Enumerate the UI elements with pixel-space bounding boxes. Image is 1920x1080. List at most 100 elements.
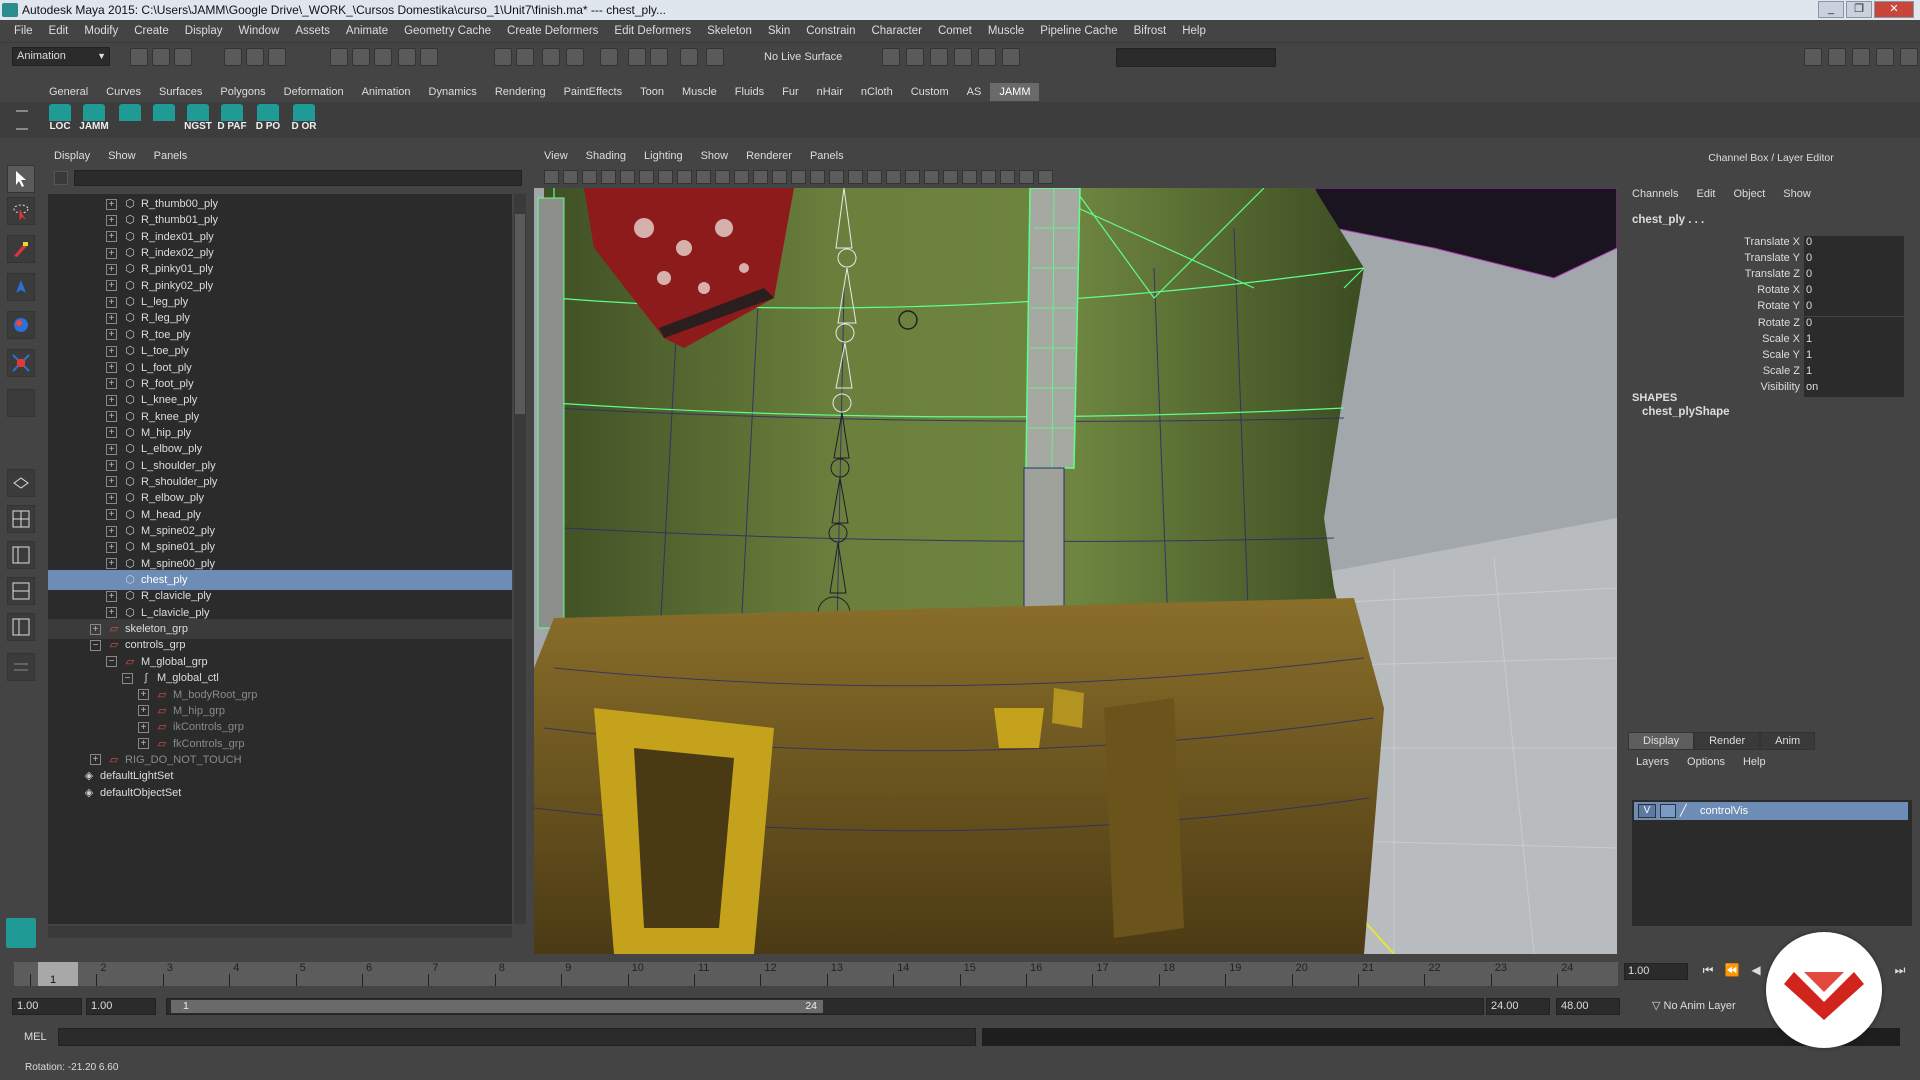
expand-toggle-icon[interactable]: − [90,639,101,651]
expand-toggle-icon[interactable]: + [90,754,101,766]
channel-attribute-row[interactable]: Scale Z1 [1632,364,1907,381]
expand-toggle-icon[interactable]: + [106,541,117,553]
expand-toggle-icon[interactable] [106,575,117,586]
channel-menu-show[interactable]: Show [1783,188,1811,200]
go-to-start-icon[interactable]: ⏮ [1698,963,1718,980]
outliner-layout-icon[interactable] [7,541,35,569]
channel-attribute-name[interactable]: Translate Y [1632,252,1804,268]
persp-outliner-layout-icon[interactable] [7,613,35,641]
window-toggle-icon[interactable] [930,48,948,66]
layer-color-swatch[interactable] [1660,804,1676,818]
expand-toggle-icon[interactable]: + [106,394,117,406]
menu-assets[interactable]: Assets [287,25,338,37]
open-scene-icon[interactable] [152,48,170,66]
use-all-lights-icon[interactable] [867,170,882,184]
layer-tab-display[interactable]: Display [1628,732,1695,750]
2d-pan-zoom-icon[interactable] [620,170,635,184]
layer-visibility-toggle[interactable]: V [1638,804,1656,818]
select-tool-icon[interactable] [7,165,35,193]
last-tool-icon[interactable] [7,389,35,417]
menu-window[interactable]: Window [230,25,287,37]
camera-attributes-icon[interactable] [563,170,578,184]
shelf-tab-custom[interactable]: Custom [902,83,958,101]
menu-skin[interactable]: Skin [760,25,798,37]
channel-attribute-row[interactable]: Rotate Z0 [1632,316,1907,333]
channel-attribute-value[interactable]: 0 [1804,284,1904,301]
safe-title-icon[interactable] [772,170,787,184]
ipr-render-icon[interactable] [650,48,668,66]
xray-joints-icon[interactable] [1019,170,1034,184]
menu-geometry-cache[interactable]: Geometry Cache [396,25,499,37]
expand-toggle-icon[interactable]: + [106,607,117,619]
snap-surface-icon[interactable] [420,48,438,66]
d-or-shelf-button[interactable]: D OR [288,104,320,136]
expand-toggle-icon[interactable]: + [106,378,117,390]
viewport-menu-panels[interactable]: Panels [810,150,844,166]
tool-settings-toggle-icon[interactable] [1852,48,1870,66]
go-to-end-icon[interactable]: ⏭ [1890,963,1910,980]
shelf-tab-as[interactable]: AS [958,83,991,101]
range-slider-thumb[interactable]: 1 24 [171,1000,823,1013]
film-gate-icon[interactable] [677,170,692,184]
lasso-tool-icon[interactable] [7,197,35,225]
layer-menu-help[interactable]: Help [1743,756,1766,768]
anim-layer-selector[interactable]: ▽ No Anim Layer [1652,999,1736,1012]
input-ops-icon[interactable] [542,48,560,66]
expand-toggle-icon[interactable]: + [106,345,117,357]
animation-end-field[interactable]: 48.00 [1556,998,1620,1015]
current-time-marker[interactable]: 1 [38,962,78,986]
expand-toggle-icon[interactable]: + [138,738,149,750]
channel-menu-channels[interactable]: Channels [1632,188,1678,200]
layer-tab-render[interactable]: Render [1694,732,1761,750]
expand-toggle-icon[interactable]: + [106,443,117,455]
shelf-tab-fur[interactable]: Fur [773,83,808,101]
expand-toggle-icon[interactable]: + [106,247,117,259]
lock-icon[interactable] [516,48,534,66]
animation-start-field[interactable]: 1.00 [12,998,82,1015]
playback-end-field[interactable]: 24.00 [1486,998,1550,1015]
menu-display[interactable]: Display [177,25,231,37]
graph-editor-icon[interactable] [1002,48,1020,66]
shelf-tab-rendering[interactable]: Rendering [486,83,555,101]
channel-attribute-value[interactable]: 0 [1804,316,1904,333]
snap-plane-icon[interactable] [398,48,416,66]
outliner-menu-display[interactable]: Display [54,150,90,166]
menu-edit[interactable]: Edit [41,25,77,37]
layer-tab-anim[interactable]: Anim [1760,732,1816,750]
four-pane-layout-icon[interactable] [7,505,35,533]
ngst-shelf-button[interactable]: NGST [182,104,214,136]
expand-toggle-icon[interactable]: + [138,721,149,733]
expand-toggle-icon[interactable]: + [90,623,101,635]
field-chart-icon[interactable] [734,170,749,184]
render-settings-icon[interactable] [680,48,698,66]
panel-toggle-icon[interactable] [906,48,924,66]
channel-attribute-name[interactable]: Rotate X [1632,284,1804,300]
outliner-menu-show[interactable]: Show [108,150,136,166]
channel-attribute-name[interactable]: Translate Z [1632,268,1804,284]
loc-shelf-button[interactable]: LOC [44,104,76,136]
outliner-toggle-icon[interactable] [954,48,972,66]
viewport-menu-renderer[interactable]: Renderer [746,150,792,166]
display-toggle-icon[interactable] [882,48,900,66]
channel-box-toggle-icon[interactable] [1804,48,1822,66]
d-paf-shelf-button[interactable]: D PAF [216,104,248,136]
expand-toggle-icon[interactable]: + [138,689,149,700]
shelf-tab-dynamics[interactable]: Dynamics [420,83,486,101]
expand-toggle-icon[interactable]: − [122,672,133,684]
construction-history-icon[interactable] [600,48,618,66]
grid-icon[interactable] [658,170,673,184]
paint-weights-shelf-button[interactable] [148,104,180,136]
isolate-select-icon[interactable] [981,170,996,184]
selected-object-name[interactable]: chest_ply . . . [1632,214,1704,226]
expand-toggle-icon[interactable]: + [106,280,117,292]
menu-modify[interactable]: Modify [76,25,126,37]
channel-attribute-value[interactable]: 1 [1804,332,1904,349]
channel-attribute-name[interactable]: Rotate Z [1632,317,1804,333]
attribute-editor-toggle-icon[interactable] [1828,48,1846,66]
shelf-tab-surfaces[interactable]: Surfaces [150,83,211,101]
channel-attribute-name[interactable]: Scale X [1632,333,1804,349]
command-input[interactable] [58,1028,976,1046]
shelf-menu-icon[interactable] [16,110,28,130]
time-slider-track[interactable]: 1 2 3 4 5 6 7 8 9 10 11 12 13 14 15 16 17 18 19 20 21 22 23 24 [14,962,1618,986]
shelf-tab-nhair[interactable]: nHair [808,83,852,101]
